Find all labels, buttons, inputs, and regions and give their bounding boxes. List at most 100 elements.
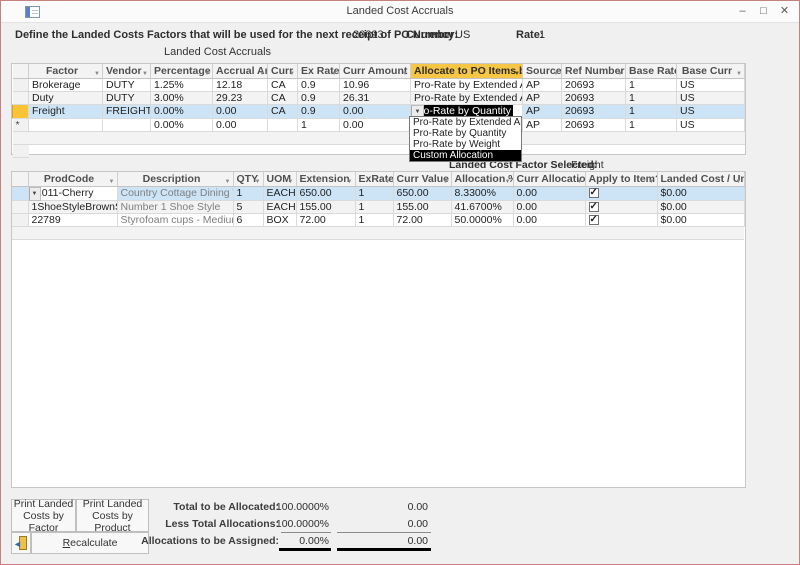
col-header-base-rate[interactable]: Base Rate▼ (626, 64, 677, 78)
col-header-extension[interactable]: Extension▼ (296, 172, 355, 186)
current-row-selector[interactable] (13, 104, 29, 118)
combo-dropdown-icon[interactable]: ▼ (29, 187, 41, 201)
cell-ref-number[interactable]: 20693 (562, 104, 626, 118)
cell-vendor[interactable]: DUTY (103, 91, 151, 104)
cell-curr-value[interactable]: 72.00 (393, 213, 451, 226)
rate-value[interactable]: 1 (539, 29, 545, 41)
col-header-curr-allocation[interactable]: Curr Allocation▼ (513, 172, 585, 186)
cell-source[interactable]: AP (523, 104, 562, 118)
cell-landed-cost-unit[interactable]: $0.00 (657, 186, 744, 200)
col-header-ref-number[interactable]: Ref Number▼ (562, 64, 626, 78)
cell-landed-cost-unit[interactable]: $0.00 (657, 200, 744, 213)
row-selector[interactable] (12, 213, 28, 226)
cell-allocation-pct[interactable]: 50.0000% (451, 213, 513, 226)
minimize-icon[interactable]: – (732, 3, 753, 20)
col-header-percentage[interactable]: Percentage▼ (151, 64, 213, 78)
cell-base-rate[interactable]: 1 (626, 104, 677, 118)
close-icon[interactable]: ✕ (774, 3, 795, 20)
col-header-allocation-pct[interactable]: Allocation %▼ (451, 172, 513, 186)
dropdown-option[interactable]: Pro-Rate by Weight (410, 139, 521, 150)
cell-factor[interactable]: Duty (29, 91, 103, 104)
cell-ref-number[interactable]: 20693 (562, 118, 626, 131)
row-selector[interactable] (12, 186, 28, 200)
po-number-value[interactable]: 20693 (353, 29, 384, 41)
cell-allocation-pct[interactable]: 8.3300% (451, 186, 513, 200)
cell-percentage[interactable]: 0.00% (151, 104, 213, 118)
cell-curr-value[interactable]: 650.00 (393, 186, 451, 200)
cell-factor[interactable] (29, 118, 103, 131)
cell-ex-rate[interactable]: 0.9 (298, 78, 340, 91)
cell-accrual-amt[interactable]: 29.23 (213, 91, 268, 104)
cell-landed-cost-unit[interactable]: $0.00 (657, 213, 744, 226)
cell-curr-amount[interactable]: 26.31 (340, 91, 411, 104)
col-header-vendor[interactable]: Vendor▼ (103, 64, 151, 78)
cell-ex-rate[interactable]: 1 (298, 118, 340, 131)
cell-base-curr[interactable]: US (677, 104, 745, 118)
cell-curr-allocation[interactable]: 0.00 (513, 200, 585, 213)
cell-prodcode[interactable]: 22789 (28, 213, 117, 226)
dropdown-option-highlighted[interactable]: Custom Allocation (410, 150, 521, 161)
col-header-curr[interactable]: Curr▼ (268, 64, 298, 78)
col-header-apply-to-item[interactable]: Apply to Item?▼ (585, 172, 657, 186)
cell-exrate[interactable]: 1 (355, 200, 393, 213)
cell-description[interactable]: Number 1 Shoe Style (117, 200, 233, 213)
cell-curr-amount[interactable]: 0.00 (340, 118, 411, 131)
cell-source[interactable]: AP (523, 118, 562, 131)
cell-allocate-by[interactable]: Pro-Rate by Extended Amount (411, 91, 523, 104)
cell-description[interactable]: Country Cottage Dining Table (117, 186, 233, 200)
col-header-factor[interactable]: Factor▼ (29, 64, 103, 78)
checkbox-checked-icon[interactable] (589, 202, 599, 212)
cell-curr-amount[interactable]: 0.00 (340, 104, 411, 118)
cell-base-rate[interactable]: 1 (626, 118, 677, 131)
cell-exrate[interactable]: 1 (355, 213, 393, 226)
cell-extension[interactable]: 650.00 (296, 186, 355, 200)
cell-allocate-by[interactable]: Pro-Rate by Extended Amount (411, 78, 523, 91)
cell-percentage[interactable]: 3.00% (151, 91, 213, 104)
cell-vendor[interactable] (103, 118, 151, 131)
cell-curr[interactable] (268, 118, 298, 131)
cell-qty[interactable]: 5 (233, 200, 263, 213)
cell-prodcode[interactable]: 1ShoeStyleBrownS (28, 200, 117, 213)
col-header-exrate[interactable]: ExRate▼ (355, 172, 393, 186)
prodcode-combobox[interactable]: I-1011-Cherry ▼ (29, 187, 117, 200)
cell-curr[interactable]: CA (268, 91, 298, 104)
cell-curr[interactable]: CA (268, 78, 298, 91)
cell-curr-amount[interactable]: 10.96 (340, 78, 411, 91)
cell-base-rate[interactable]: 1 (626, 78, 677, 91)
cell-accrual-amt[interactable]: 0.00 (213, 104, 268, 118)
cell-exrate[interactable]: 1 (355, 186, 393, 200)
row-selector[interactable] (12, 200, 28, 213)
cell-vendor[interactable]: FREIGHT (103, 104, 151, 118)
cell-base-rate[interactable]: 1 (626, 91, 677, 104)
currency-value[interactable]: US (455, 29, 470, 41)
cell-percentage[interactable]: 1.25% (151, 78, 213, 91)
new-record-selector[interactable]: * (13, 118, 29, 131)
cell-description[interactable]: Styrofoam cups - Medium (117, 213, 233, 226)
cell-base-curr[interactable]: US (677, 78, 745, 91)
maximize-icon[interactable]: □ (753, 3, 774, 20)
cell-extension[interactable]: 72.00 (296, 213, 355, 226)
dropdown-option[interactable]: Pro-Rate by Extended Amount (410, 117, 521, 128)
cell-curr-allocation[interactable]: 0.00 (513, 213, 585, 226)
close-form-button[interactable]: ◄ (11, 532, 31, 554)
cell-base-curr[interactable]: US (677, 91, 745, 104)
cell-ref-number[interactable]: 20693 (562, 78, 626, 91)
cell-extension[interactable]: 155.00 (296, 200, 355, 213)
cell-uom[interactable]: EACH (263, 186, 296, 200)
cell-accrual-amt[interactable]: 12.18 (213, 78, 268, 91)
cell-accrual-amt[interactable]: 0.00 (213, 118, 268, 131)
col-header-uom[interactable]: UOM▼ (263, 172, 296, 186)
cell-source[interactable]: AP (523, 91, 562, 104)
col-header-base-curr[interactable]: Base Curr▼ (677, 64, 745, 78)
col-header-prodcode[interactable]: ProdCode▼ (28, 172, 117, 186)
cell-factor[interactable]: Freight (29, 104, 103, 118)
cell-ex-rate[interactable]: 0.9 (298, 91, 340, 104)
cell-uom[interactable]: EACH (263, 200, 296, 213)
row-selector[interactable] (13, 91, 29, 104)
col-header-curr-value[interactable]: Curr Value▼ (393, 172, 451, 186)
col-header-source[interactable]: Source▼ (523, 64, 562, 78)
select-all-corner[interactable] (12, 172, 28, 186)
print-landed-costs-by-factor-button[interactable]: Print Landed Costs by Factor (11, 499, 76, 532)
checkbox-checked-icon[interactable] (589, 188, 599, 198)
col-header-ex-rate[interactable]: Ex Rate▼ (298, 64, 340, 78)
